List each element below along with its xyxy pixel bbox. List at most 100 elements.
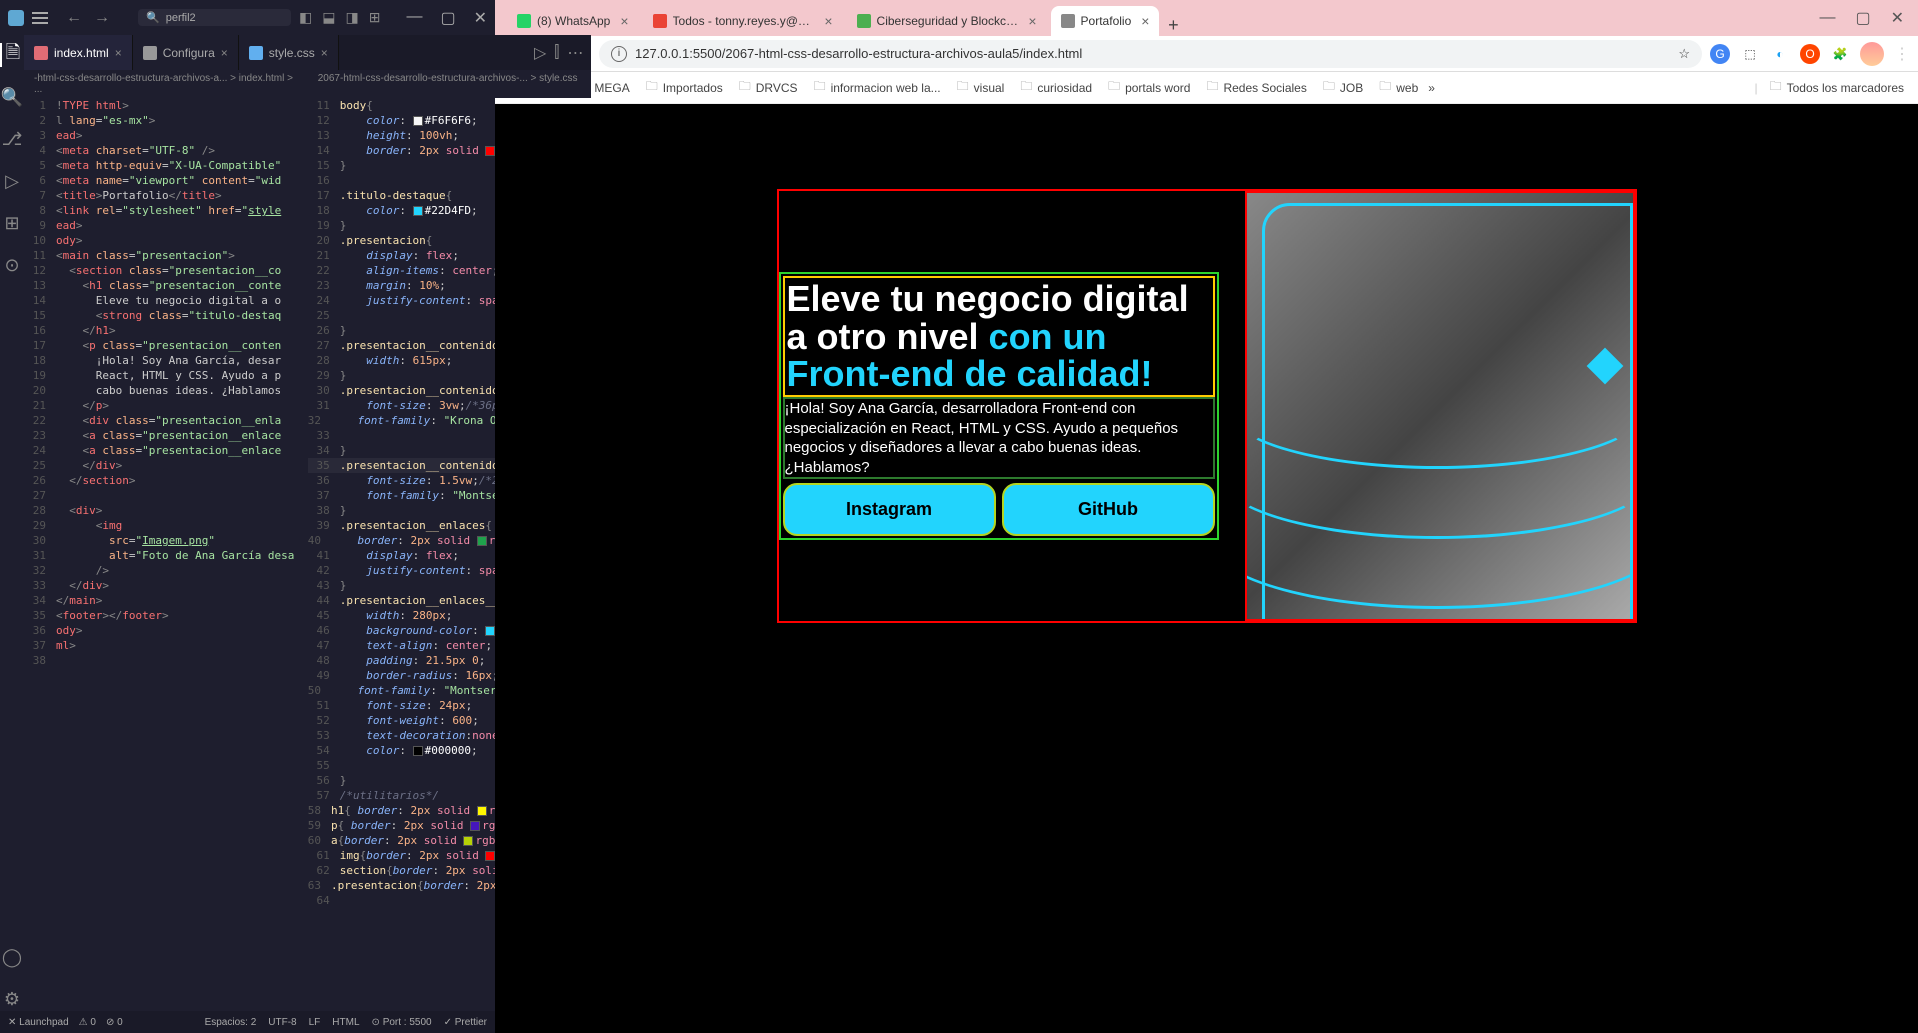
folder-icon: 🗀: [739, 77, 751, 98]
settings-icon[interactable]: ⚙: [0, 987, 24, 1011]
file-icon: [34, 46, 48, 60]
favicon-icon: [653, 14, 667, 28]
status-item[interactable]: LF: [309, 1017, 321, 1028]
extension-icon[interactable]: ◐: [1770, 44, 1790, 64]
status-item[interactable]: HTML: [332, 1017, 359, 1028]
layout-bottom-icon[interactable]: ⬓: [322, 9, 335, 26]
close-tab-icon[interactable]: ×: [321, 46, 328, 60]
run-icon[interactable]: ▷: [534, 43, 546, 63]
status-item[interactable]: ⊘ 0: [106, 1017, 123, 1028]
close-icon[interactable]: ✕: [474, 8, 487, 28]
extensions-menu-icon[interactable]: 🧩: [1830, 44, 1850, 64]
links-row: Instagram GitHub: [783, 483, 1215, 536]
folder-icon: 🗀: [1108, 77, 1120, 98]
debug-icon[interactable]: ▷: [0, 169, 24, 193]
close-tab-icon[interactable]: ×: [824, 13, 832, 29]
bookmark-item[interactable]: 🗀visual: [951, 73, 1011, 102]
close-tab-icon[interactable]: ×: [1141, 13, 1149, 29]
instagram-link[interactable]: Instagram: [783, 483, 996, 536]
profile-image: [1245, 191, 1635, 621]
search-input[interactable]: 🔍 perfil2: [138, 9, 291, 26]
search-text: perfil2: [166, 12, 196, 24]
page-viewport[interactable]: Eleve tu negocio digital a otro nivel co…: [495, 104, 1918, 1033]
back-icon[interactable]: ←: [66, 9, 82, 27]
chrome-menu-icon[interactable]: ⋮: [1894, 44, 1910, 64]
folder-icon: 🗀: [814, 77, 826, 98]
folder-icon: 🗀: [1379, 77, 1391, 98]
file-icon: [249, 46, 263, 60]
status-item[interactable]: UTF-8: [268, 1017, 296, 1028]
extension-icon[interactable]: O: [1800, 44, 1820, 64]
bookmark-item[interactable]: 🗀DRVCS: [733, 73, 804, 102]
chrome-tabstrip: (8) WhatsApp×Todos - tonny.reyes.y@gmail…: [495, 0, 1918, 36]
source-control-icon[interactable]: ⎇: [0, 127, 24, 151]
account-icon[interactable]: ◯: [0, 945, 24, 969]
folder-icon: 🗀: [1770, 77, 1782, 98]
split-icon[interactable]: ⫿: [554, 44, 559, 62]
status-item[interactable]: ✓ Prettier: [444, 1017, 487, 1028]
close-icon[interactable]: ✕: [1891, 8, 1904, 28]
url-input[interactable]: i 127.0.0.1:5500/2067-html-css-desarroll…: [599, 40, 1702, 68]
close-tab-icon[interactable]: ×: [1028, 13, 1036, 29]
status-item[interactable]: ⊙ Port : 5500: [372, 1017, 432, 1028]
new-tab-button[interactable]: +: [1159, 15, 1187, 36]
close-tab-icon[interactable]: ×: [221, 46, 228, 60]
favicon-icon: [1061, 14, 1075, 28]
github-link[interactable]: GitHub: [1002, 483, 1215, 536]
vscode-window: ← → 🔍 perfil2 ◧ ⬓ ◨ ⊞ — ▢ ✕ 🗎 🔍: [0, 0, 495, 1033]
remote-icon[interactable]: ⊙: [0, 253, 24, 277]
browser-tab[interactable]: (8) WhatsApp×: [507, 6, 639, 36]
editor-tabs: index.html×Configura×style.css× ▷ ⫿ ⋯: [24, 35, 591, 70]
status-bar: ✕ Launchpad ⚠ 0 ⊘ 0 Espacios: 2 UTF-8 LF HTML…: [0, 1011, 495, 1033]
bookmark-item[interactable]: 🗀curiosidad: [1014, 73, 1098, 102]
extension-icon[interactable]: G: [1710, 44, 1730, 64]
status-item[interactable]: Espacios: 2: [205, 1017, 257, 1028]
close-tab-icon[interactable]: ×: [115, 46, 122, 60]
layout-left-icon[interactable]: ◧: [299, 9, 312, 26]
maximize-icon[interactable]: ▢: [440, 8, 455, 28]
browser-tab[interactable]: Portafolio×: [1051, 6, 1160, 36]
bookmark-star-icon[interactable]: ☆: [1678, 46, 1690, 62]
bookmark-item[interactable]: 🗀portals word: [1102, 73, 1196, 102]
forward-icon[interactable]: →: [94, 9, 110, 27]
profile-avatar[interactable]: [1860, 42, 1884, 66]
site-info-icon[interactable]: i: [611, 46, 627, 62]
search-icon: 🔍: [146, 11, 160, 24]
favicon-icon: [857, 14, 871, 28]
heading-box: Eleve tu negocio digital a otro nivel co…: [783, 276, 1215, 397]
bookmark-overflow-icon[interactable]: »: [1428, 81, 1435, 95]
html-editor[interactable]: 1!TYPE html>2l lang="es-mx">3ead>4<meta …: [24, 98, 308, 1011]
page-heading: Eleve tu negocio digital a otro nivel co…: [787, 280, 1211, 393]
more-icon[interactable]: ⋯: [567, 43, 583, 63]
layout-right-icon[interactable]: ◨: [346, 9, 359, 26]
bookmark-item[interactable]: 🗀informacion web la...: [808, 73, 947, 102]
bookmark-item[interactable]: 🗀JOB: [1317, 73, 1369, 102]
explorer-icon[interactable]: 🗎: [0, 43, 24, 67]
close-tab-icon[interactable]: ×: [620, 13, 628, 29]
status-item[interactable]: ✕ Launchpad: [8, 1017, 69, 1028]
maximize-icon[interactable]: ▢: [1855, 8, 1870, 28]
bookmark-item[interactable]: 🗀Importados: [640, 73, 729, 102]
extensions-icon[interactable]: ⊞: [0, 211, 24, 235]
editor-tab[interactable]: index.html×: [24, 35, 133, 70]
bookmark-item[interactable]: 🗀web: [1373, 73, 1424, 102]
content-section: Eleve tu negocio digital a otro nivel co…: [779, 272, 1219, 540]
minimize-icon[interactable]: —: [406, 8, 422, 28]
browser-tab[interactable]: Todos - tonny.reyes.y@gmail.c...×: [643, 6, 843, 36]
editor-tab[interactable]: Configura×: [133, 35, 239, 70]
search-sidebar-icon[interactable]: 🔍: [0, 85, 24, 109]
intro-paragraph: ¡Hola! Soy Ana García, desarrolladora Fr…: [783, 397, 1215, 479]
hamburger-menu-icon[interactable]: [32, 12, 48, 24]
browser-tab[interactable]: Ciberseguridad y Blockchain×: [847, 6, 1047, 36]
status-item[interactable]: ⚠ 0: [79, 1017, 96, 1028]
editor-tab[interactable]: style.css×: [239, 35, 339, 70]
layout-grid-icon[interactable]: ⊞: [369, 9, 381, 26]
vscode-titlebar: ← → 🔍 perfil2 ◧ ⬓ ◨ ⊞ — ▢ ✕: [0, 0, 495, 35]
breadcrumb-right[interactable]: 2067-html-css-desarrollo-estructura-arch…: [308, 70, 592, 98]
bookmark-item[interactable]: 🗀Redes Sociales: [1200, 73, 1312, 102]
minimize-icon[interactable]: —: [1819, 9, 1835, 27]
all-bookmarks-button[interactable]: 🗀 Todos los marcadores: [1764, 73, 1910, 102]
address-bar: ← → ⟳ i 127.0.0.1:5500/2067-html-css-des…: [495, 36, 1918, 72]
breadcrumb-left[interactable]: -html-css-desarrollo-estructura-archivos…: [24, 70, 308, 98]
extension-icon[interactable]: ⬚: [1740, 44, 1760, 64]
